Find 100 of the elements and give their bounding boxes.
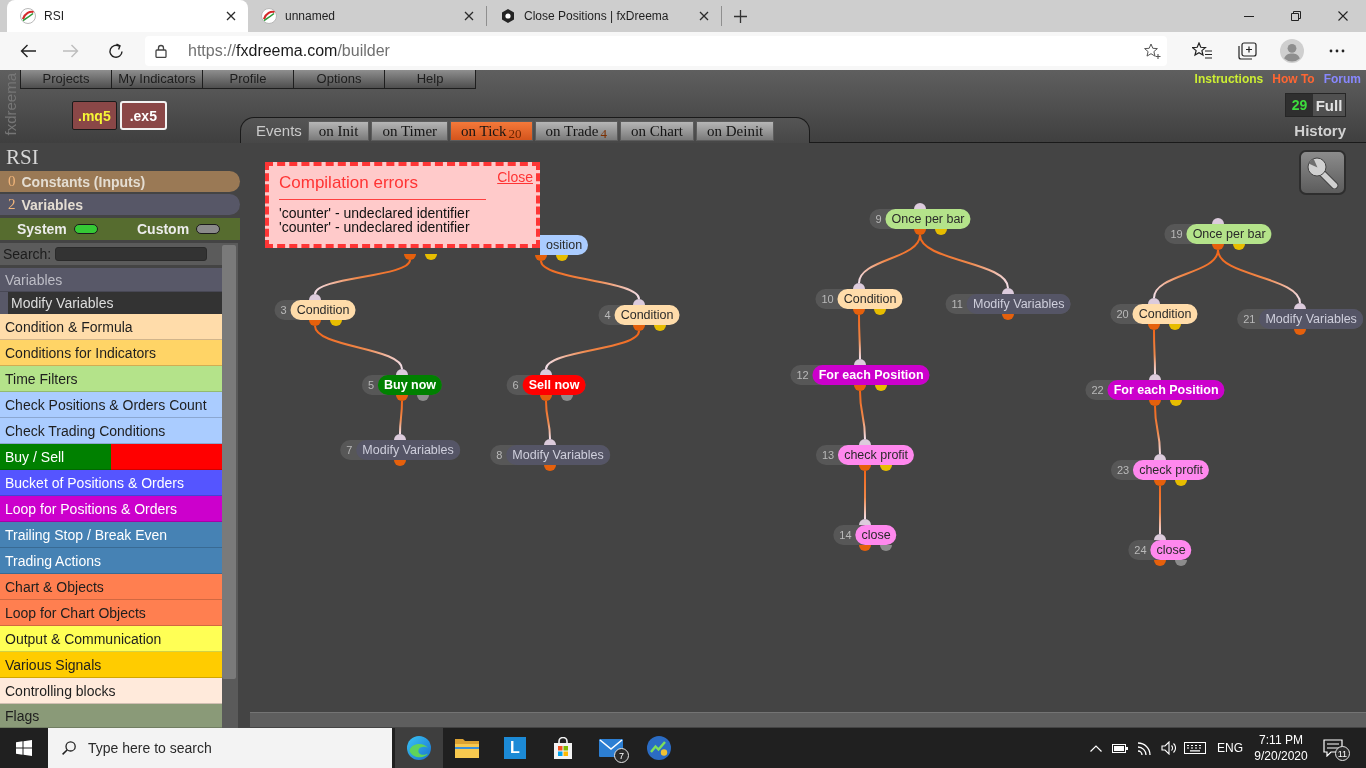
block-title[interactable]: Modify Variables [966, 294, 1071, 314]
category-item[interactable]: Conditions for Indicators [0, 340, 222, 366]
output-port-icon[interactable] [1002, 314, 1014, 320]
input-port-icon[interactable] [1212, 218, 1224, 224]
input-port-icon[interactable] [854, 359, 866, 365]
close-icon[interactable] [699, 11, 709, 21]
output-port-icon[interactable] [1148, 324, 1160, 330]
event-tab[interactable]: on Timer [371, 121, 449, 141]
block-item[interactable]: Modify Variables [0, 292, 222, 314]
output-port-icon[interactable] [654, 325, 666, 331]
keyboard-icon[interactable] [1184, 742, 1206, 754]
block-title[interactable]: For each Position [812, 365, 930, 385]
plus-icon[interactable] [734, 9, 747, 23]
input-port-icon[interactable] [396, 369, 408, 375]
event-tab[interactable]: on Deinit [696, 121, 775, 141]
block-title[interactable]: check profit [1133, 460, 1210, 480]
block-title[interactable]: For each Position [1107, 380, 1225, 400]
tools-button[interactable] [1299, 150, 1346, 195]
output-port-icon[interactable] [935, 229, 947, 235]
address-field[interactable]: https://fxdreema.com/builder [145, 36, 1167, 66]
output-port-icon[interactable] [1175, 480, 1187, 486]
input-port-icon[interactable] [633, 299, 645, 305]
block-title[interactable]: Once per bar [1186, 224, 1272, 244]
input-port-icon[interactable] [1154, 534, 1166, 540]
output-port-icon[interactable] [914, 229, 926, 235]
block-node[interactable]: 10 Condition [815, 289, 903, 309]
block-title[interactable]: Modify Variables [1259, 309, 1363, 329]
output-port-icon[interactable] [875, 385, 887, 391]
block-node[interactable]: 14 close [833, 525, 897, 545]
header-link[interactable]: Instructions [1194, 72, 1264, 90]
input-port-icon[interactable] [1154, 454, 1166, 460]
section-header[interactable]: Variables [0, 268, 222, 292]
category-item[interactable]: Trailing Stop / Break Even [0, 522, 222, 548]
input-port-icon[interactable] [544, 439, 556, 445]
star-plus-icon[interactable] [1144, 43, 1161, 59]
category-item[interactable]: Bucket of Positions & Orders [0, 470, 222, 496]
squares-plus-icon[interactable] [1237, 42, 1257, 60]
horizontal-scrollbar[interactable] [250, 712, 1366, 727]
block-title[interactable]: Condition [290, 300, 356, 320]
output-port-icon[interactable] [853, 309, 865, 315]
close-icon[interactable] [464, 11, 474, 21]
more-icon[interactable] [1329, 49, 1345, 53]
close-icon[interactable] [226, 11, 236, 21]
close-icon[interactable] [1338, 11, 1348, 21]
input-port-icon[interactable] [914, 203, 926, 209]
output-port-icon[interactable] [1154, 560, 1166, 566]
output-port-icon[interactable] [1169, 324, 1181, 330]
block-title[interactable]: osition [540, 235, 589, 255]
block-title[interactable]: check profit [838, 445, 915, 465]
output-port-icon[interactable] [1154, 480, 1166, 486]
taskbar-button[interactable]: 7 [587, 728, 635, 768]
output-port-icon[interactable] [425, 254, 437, 260]
output-port-icon[interactable] [1175, 560, 1187, 566]
block-node[interactable]: 21 Modify Variables [1237, 309, 1363, 329]
category-item[interactable]: Condition & Formula [0, 314, 222, 340]
category-item[interactable]: Flags [0, 704, 222, 728]
block-title[interactable]: Condition [1132, 304, 1198, 324]
block-node[interactable]: 8 Modify Variables [490, 445, 610, 465]
block-title[interactable]: Once per bar [885, 209, 971, 229]
output-port-icon[interactable] [854, 385, 866, 391]
output-port-icon[interactable] [880, 545, 892, 551]
restore-icon[interactable] [1291, 11, 1301, 21]
output-port-icon[interactable] [1233, 244, 1245, 250]
category-item[interactable]: Trading Actions [0, 548, 222, 574]
category-item[interactable]: Loop for Positions & Orders [0, 496, 222, 522]
block-node[interactable]: 4 Condition [598, 305, 680, 325]
output-port-icon[interactable] [404, 254, 416, 260]
browser-tab[interactable]: unnamed [248, 0, 486, 32]
block-node[interactable]: 9 Once per bar [869, 209, 971, 229]
battery-icon[interactable] [1112, 743, 1128, 753]
output-port-icon[interactable] [880, 465, 892, 471]
format-button[interactable]: .mq5 [72, 101, 117, 130]
block-node[interactable]: 19 Once per bar [1164, 224, 1272, 244]
block-node[interactable]: 23 check profit [1110, 460, 1210, 480]
variables-button[interactable]: 2 Variables [0, 194, 240, 215]
input-port-icon[interactable] [1002, 288, 1014, 294]
wifi-icon[interactable] [1137, 741, 1151, 755]
output-port-icon[interactable] [417, 395, 429, 401]
speaker-icon[interactable] [1160, 741, 1176, 755]
event-tab[interactable]: on Chart [619, 121, 695, 141]
block-title[interactable]: Condition [837, 289, 903, 309]
category-item[interactable]: Loop for Chart Objects [0, 600, 222, 626]
block-title[interactable]: close [1150, 540, 1192, 560]
output-port-icon[interactable] [394, 460, 406, 466]
reload-icon[interactable] [108, 43, 124, 59]
taskbar-button[interactable]: L [491, 728, 539, 768]
input-port-icon[interactable] [859, 519, 871, 525]
output-port-icon[interactable] [633, 325, 645, 331]
block-title[interactable]: close [855, 525, 897, 545]
block-title[interactable]: Condition [614, 305, 680, 325]
block-node[interactable]: 24 close [1128, 540, 1192, 560]
block-node[interactable]: 6 Sell now [506, 375, 586, 395]
star-list-icon[interactable] [1192, 42, 1212, 60]
block-node[interactable]: 12 For each Position [790, 365, 930, 385]
arrow-left-icon[interactable] [20, 44, 36, 58]
output-port-icon[interactable] [859, 545, 871, 551]
block-node[interactable]: 13 check profit [815, 445, 915, 465]
block-node[interactable]: 20 Condition [1110, 304, 1198, 324]
output-port-icon[interactable] [544, 465, 556, 471]
block-node[interactable]: 11 Modify Variables [945, 294, 1071, 314]
